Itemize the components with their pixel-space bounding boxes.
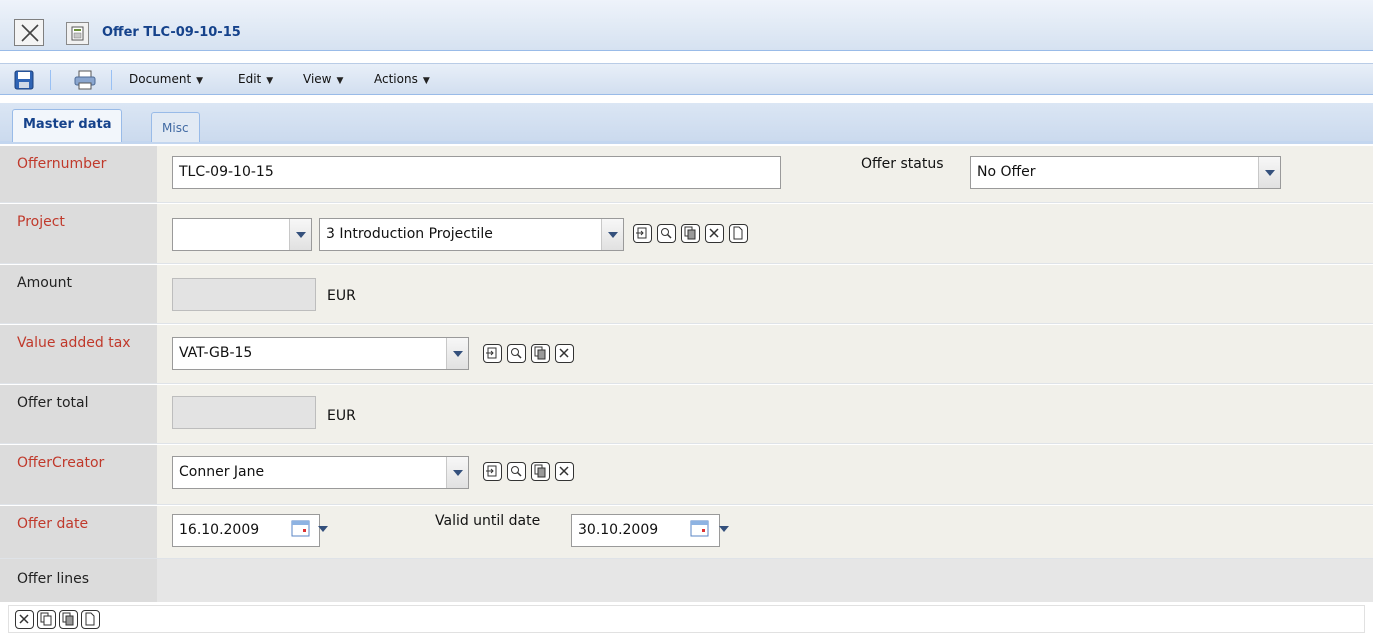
save-icon[interactable] bbox=[14, 70, 36, 90]
print-icon[interactable] bbox=[74, 70, 96, 90]
calendar-icon[interactable] bbox=[291, 520, 315, 540]
offer-total-label: Offer total bbox=[17, 395, 89, 411]
row-vat: Value added tax VAT-GB-15 bbox=[0, 325, 1373, 384]
offer-total-unit: EUR bbox=[327, 408, 356, 424]
close-icon[interactable] bbox=[14, 19, 44, 46]
offer-status-select[interactable]: No Offer bbox=[970, 156, 1281, 189]
copy-icon[interactable] bbox=[531, 344, 550, 363]
project-category-select[interactable] bbox=[172, 218, 312, 251]
clear-icon[interactable] bbox=[555, 462, 574, 481]
chevron-down-icon[interactable] bbox=[317, 523, 331, 535]
project-label: Project bbox=[17, 214, 65, 230]
offer-lines-label: Offer lines bbox=[17, 571, 90, 587]
copy-icon[interactable] bbox=[681, 224, 700, 243]
menu-view[interactable]: View ▼ bbox=[303, 72, 343, 86]
offer-date-label: Offer date bbox=[17, 516, 89, 532]
menu-edit[interactable]: Edit ▼ bbox=[238, 72, 273, 86]
chevron-down-icon: ▼ bbox=[266, 76, 274, 86]
row-offer-creator: OfferCreator Conner Jane bbox=[0, 445, 1373, 505]
search-icon[interactable] bbox=[657, 224, 676, 243]
chevron-down-icon: ▼ bbox=[336, 76, 344, 86]
clear-icon[interactable] bbox=[15, 610, 34, 629]
tab-misc[interactable]: Misc bbox=[151, 112, 200, 142]
new-icon[interactable] bbox=[729, 224, 748, 243]
chevron-down-icon: ▼ bbox=[196, 76, 204, 86]
offernumber-input[interactable]: TLC-09-10-15 bbox=[172, 156, 781, 189]
offer-creator-select[interactable]: Conner Jane bbox=[172, 456, 469, 489]
new-icon[interactable] bbox=[81, 610, 100, 629]
offernumber-label: Offernumber bbox=[17, 156, 107, 172]
amount-unit: EUR bbox=[327, 288, 356, 304]
row-offer-date: Offer date 16.10.2009 Valid until date 3… bbox=[0, 506, 1373, 559]
offer-lines-header: Offer lines bbox=[0, 559, 1373, 602]
jump-icon[interactable] bbox=[483, 462, 502, 481]
search-icon[interactable] bbox=[507, 344, 526, 363]
row-offer-total: Offer total EUR bbox=[0, 385, 1373, 444]
paste-icon[interactable] bbox=[59, 610, 78, 629]
copy-icon[interactable] bbox=[37, 610, 56, 629]
jump-icon[interactable] bbox=[633, 224, 652, 243]
window-titlebar: Offer TLC-09-10-15 bbox=[0, 0, 1373, 51]
toolbar-separator bbox=[111, 70, 112, 90]
calendar-icon[interactable] bbox=[690, 520, 714, 540]
project-select[interactable]: 3 Introduction Projectile bbox=[319, 218, 624, 251]
search-icon[interactable] bbox=[507, 462, 526, 481]
amount-label: Amount bbox=[17, 275, 73, 291]
window-title: Offer TLC-09-10-15 bbox=[102, 25, 241, 40]
row-project: Project 3 Introduction Projectile bbox=[0, 204, 1373, 264]
document-icon bbox=[66, 22, 89, 45]
valid-until-label: Valid until date bbox=[435, 513, 541, 529]
offer-creator-label: OfferCreator bbox=[17, 455, 105, 471]
row-amount: Amount EUR bbox=[0, 265, 1373, 324]
copy-icon[interactable] bbox=[531, 462, 550, 481]
toolbar: Document ▼ Edit ▼ View ▼ Actions ▼ bbox=[0, 63, 1373, 95]
clear-icon[interactable] bbox=[705, 224, 724, 243]
offer-status-label: Offer status bbox=[861, 156, 944, 172]
chevron-down-icon[interactable] bbox=[601, 219, 623, 250]
menu-document[interactable]: Document ▼ bbox=[129, 72, 203, 86]
chevron-down-icon[interactable] bbox=[718, 523, 732, 535]
vat-label: Value added tax bbox=[17, 335, 131, 351]
chevron-down-icon[interactable] bbox=[446, 457, 468, 488]
vat-select[interactable]: VAT-GB-15 bbox=[172, 337, 469, 370]
chevron-down-icon[interactable] bbox=[289, 219, 311, 250]
offer-total-input bbox=[172, 396, 316, 429]
tab-strip: Master data Misc bbox=[0, 103, 1373, 144]
clear-icon[interactable] bbox=[555, 344, 574, 363]
tab-master-data[interactable]: Master data bbox=[12, 109, 123, 142]
amount-input bbox=[172, 278, 316, 311]
toolbar-separator bbox=[50, 70, 51, 90]
chevron-down-icon: ▼ bbox=[422, 76, 430, 86]
menu-actions[interactable]: Actions ▼ bbox=[374, 72, 430, 86]
offer-lines-toolbar bbox=[8, 605, 1365, 633]
jump-icon[interactable] bbox=[483, 344, 502, 363]
chevron-down-icon[interactable] bbox=[1258, 157, 1280, 188]
chevron-down-icon[interactable] bbox=[446, 338, 468, 369]
row-offernumber: Offernumber TLC-09-10-15 Offer status No… bbox=[0, 146, 1373, 203]
